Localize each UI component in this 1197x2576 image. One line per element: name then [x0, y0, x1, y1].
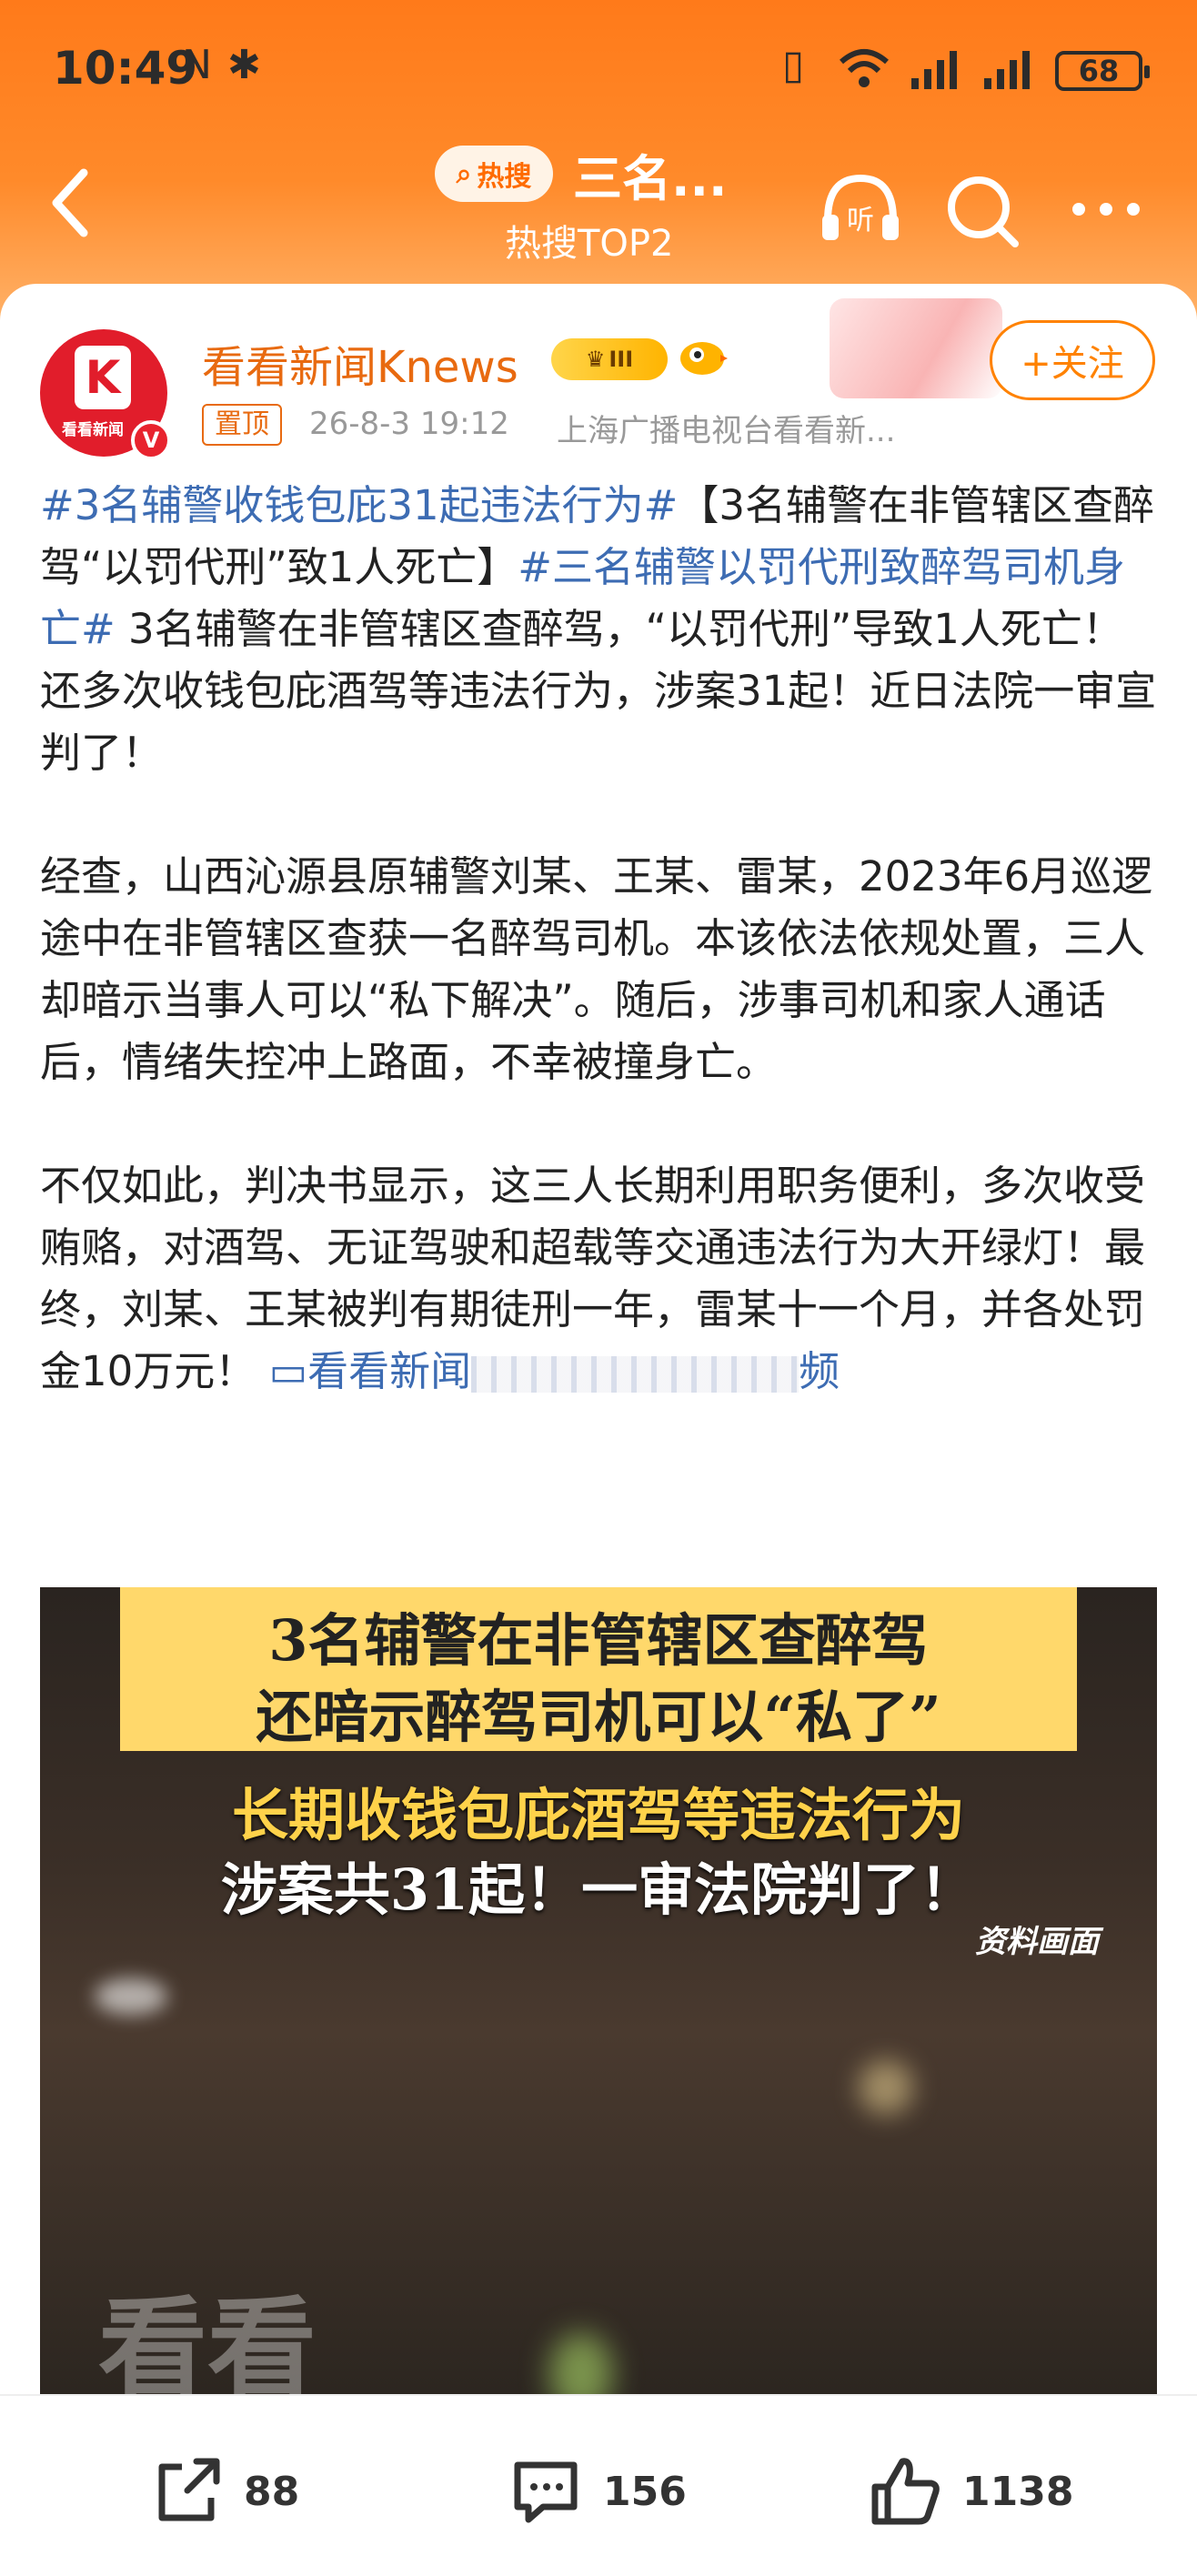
avatar[interactable]: K 看看新闻 V	[40, 329, 171, 460]
status-bar: 10:49 N ✱ ▯ 68	[0, 0, 1197, 136]
level-label: III	[609, 347, 634, 372]
light-blur	[95, 1978, 167, 2015]
battery-indicator: 68	[1055, 51, 1150, 91]
video-caption: 资料画面	[975, 1924, 1099, 1960]
video-link-tail: 频	[799, 1347, 840, 1395]
listen-icon[interactable]: 听	[815, 164, 906, 255]
light-blur	[859, 2060, 913, 2115]
video-player[interactable]: 3名辅警在非管辖区查醉驾 还暗示醉驾司机可以“私了” 长期收钱包庇酒驾等违法行为…	[40, 1587, 1157, 2395]
hot-search-badge[interactable]: ⌕ 热搜	[435, 146, 553, 202]
more-icon[interactable]	[1061, 164, 1152, 255]
verified-icon: V	[131, 420, 171, 460]
post-card: K 看看新闻 V 看看新闻Knews ♛ III +关注 置顶 26-8-3 1…	[0, 284, 1197, 2395]
light-blur	[549, 2333, 613, 2395]
status-time: 10:49	[53, 42, 198, 95]
comment-count: 156	[603, 2468, 687, 2515]
top-nav: ⌕ 热搜 三名... 热搜TOP2 听	[0, 136, 1197, 291]
level-badge: ♛ III	[551, 338, 668, 380]
crown-icon: ♛	[585, 347, 606, 372]
comment-icon	[514, 2461, 578, 2523]
video-link-label-end: 闻	[430, 1347, 472, 1395]
video-link[interactable]: ▭看看新闻 频	[269, 1347, 840, 1395]
wifi-icon	[840, 49, 889, 87]
post-paragraph-3: 不仅如此，判决书显示，这三人长期利用职务便利，多次收受贿赂，对酒驾、无证驾驶和超…	[40, 1155, 1161, 1403]
video-title-line-2: 还暗示醉驾司机可以“私了”	[256, 1684, 941, 1750]
follow-button[interactable]: +关注	[990, 320, 1155, 400]
post-time: 26-8-3 19:12	[309, 406, 509, 442]
hashtag-link[interactable]: #3名辅警收钱包庇31起违法行为#	[40, 481, 678, 529]
post-text: 3名辅警在非管辖区查醉驾，“以罚代刑”导致1人死亡！还多次收钱包庇酒驾等违法行为…	[40, 605, 1157, 777]
svg-text:听: 听	[847, 205, 874, 236]
like-count: 1138	[962, 2468, 1074, 2515]
video-title-line-1: 3名辅警在非管辖区查醉驾	[268, 1607, 929, 1674]
signal-icon-1	[911, 51, 957, 89]
post-source: 上海广播电视台看看新...	[557, 413, 896, 449]
video-title-line-4: 涉案共31起！一审法院判了！	[220, 1857, 977, 1923]
search-icon: ⌕	[456, 157, 472, 190]
bird-icon	[680, 342, 728, 375]
page-subtitle: 热搜TOP2	[505, 223, 674, 265]
signal-icon-2	[984, 51, 1030, 89]
share-icon	[158, 2458, 220, 2521]
video-link-icon: ▭	[268, 1347, 308, 1395]
share-count: 88	[244, 2468, 300, 2515]
search-icon[interactable]	[937, 164, 1028, 255]
knews-logo-icon: K	[75, 346, 131, 409]
hot-badge-label: 热搜	[477, 161, 532, 193]
like-button[interactable]: 1138	[864, 2450, 1073, 2532]
video-watermark: 看看	[98, 2287, 317, 2395]
decorative-banner	[830, 298, 1002, 398]
vibrate-icon: ▯	[782, 42, 805, 88]
thumbs-up-icon	[871, 2458, 940, 2525]
avatar-text: 看看新闻	[62, 421, 124, 439]
author-name[interactable]: 看看新闻Knews	[202, 331, 518, 395]
post-paragraph-2: 经查，山西沁源县原辅警刘某、王某、雷某，2023年6月巡逻途中在非管辖区查获一名…	[40, 852, 1153, 1086]
blurred-text	[471, 1356, 800, 1393]
video-title-line-3: 长期收钱包庇酒驾等违法行为	[231, 1782, 965, 1848]
comment-button[interactable]: 156	[505, 2450, 687, 2532]
nfc-icon: N	[182, 42, 212, 88]
share-button[interactable]: 88	[146, 2450, 299, 2532]
pinned-tag: 置顶	[202, 404, 282, 446]
post-body: #3名辅警收钱包庇31起违法行为#【3名辅警在非管辖区查醉驾“以罚代刑”致1人死…	[40, 475, 1161, 1403]
page-title: 三名...	[573, 150, 728, 207]
video-link-label: 看看新	[307, 1347, 431, 1395]
bluetooth-icon: ✱	[227, 42, 261, 88]
post-paragraph-1: #3名辅警收钱包庇31起违法行为#【3名辅警在非管辖区查醉驾“以罚代刑”致1人死…	[40, 475, 1161, 784]
back-icon[interactable]	[36, 162, 109, 244]
action-bar: 88 156 1138	[0, 2394, 1197, 2576]
